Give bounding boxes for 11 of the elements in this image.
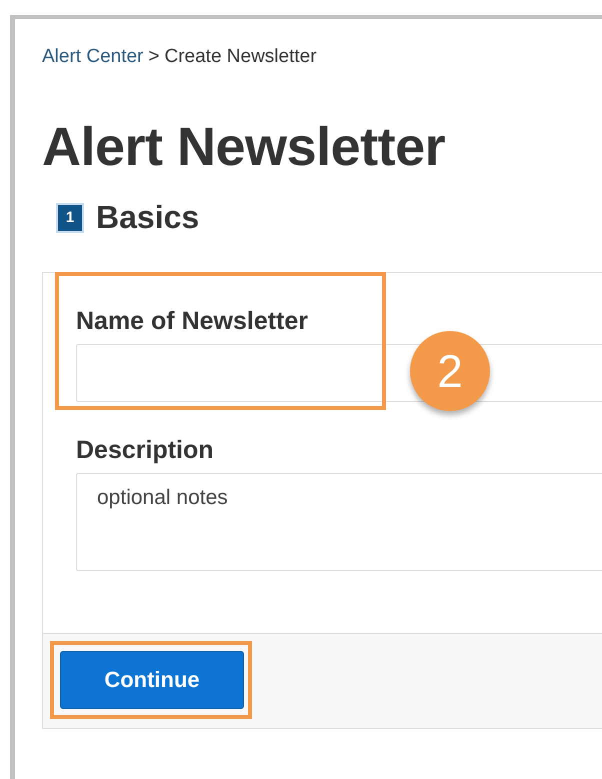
breadcrumb-separator: > bbox=[148, 46, 160, 68]
breadcrumb-current: Create Newsletter bbox=[164, 46, 317, 68]
breadcrumb-link[interactable]: Alert Center bbox=[42, 46, 144, 68]
continue-button[interactable]: Continue bbox=[60, 651, 244, 709]
field-label: Name of Newsletter bbox=[76, 307, 310, 336]
step-title: Basics bbox=[96, 199, 200, 236]
step-number-badge: 1 bbox=[58, 204, 82, 230]
step-callout: 2 bbox=[410, 331, 490, 411]
field-label: Description bbox=[76, 436, 215, 465]
page-title: Alert Newsletter bbox=[42, 116, 446, 179]
textarea-field[interactable]: optional notes bbox=[76, 473, 602, 571]
